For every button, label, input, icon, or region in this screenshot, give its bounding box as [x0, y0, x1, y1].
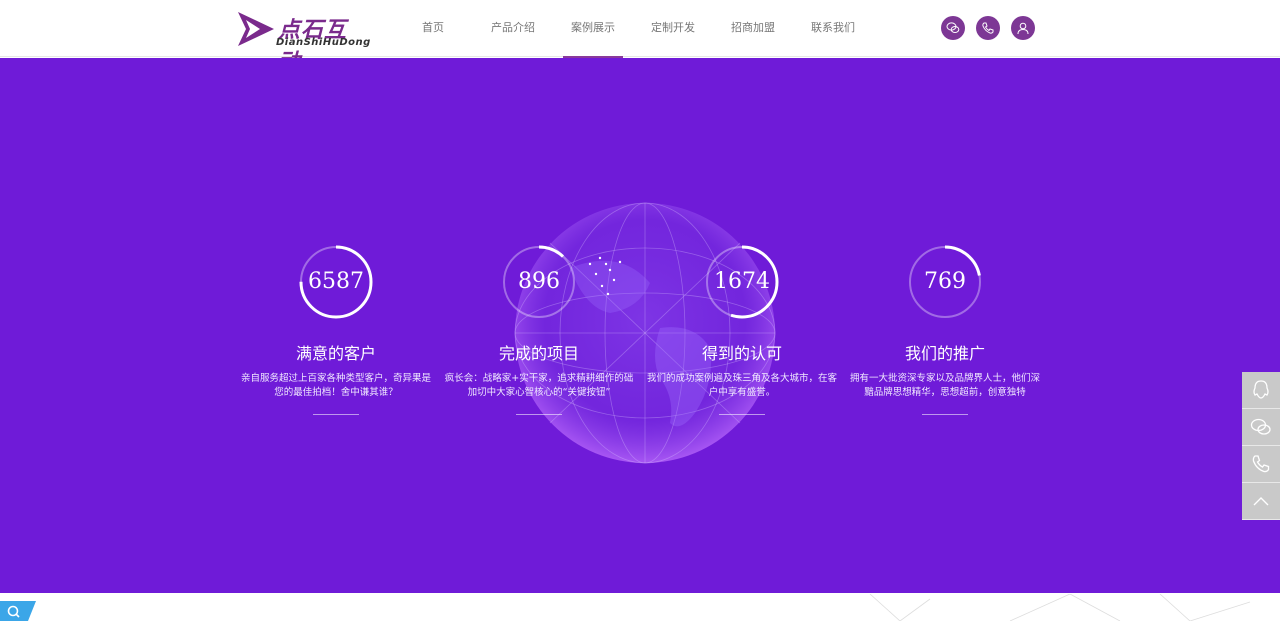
logo[interactable]: 点石互动 DianShiHuDong: [236, 8, 370, 75]
divider: [719, 414, 765, 415]
progress-ring: 769: [907, 244, 983, 320]
nav-contact[interactable]: 联系我们: [793, 0, 873, 57]
progress-ring: 6587: [298, 244, 374, 320]
divider: [313, 414, 359, 415]
stat-title: 完成的项目: [498, 344, 579, 363]
wechat-icon[interactable]: [941, 16, 965, 40]
stat-desc: 疯长会：战略家+实干家，追求精耕细作的础加切中大家心智核心的“关键按钮”: [444, 373, 634, 398]
stat-number: 769: [924, 269, 966, 294]
divider: [516, 414, 562, 415]
nav-cases[interactable]: 案例展示: [553, 0, 633, 58]
stat-customers: 6587 满意的客户 亲自服务超过上百家各种类型客户，奇异果是您的最佳拍档！舍中…: [241, 244, 431, 415]
divider: [922, 414, 968, 415]
logo-mark-icon: [238, 12, 274, 46]
phone-icon[interactable]: [1242, 446, 1280, 483]
nav-products[interactable]: 产品介绍: [473, 0, 553, 57]
site-header: 点石互动 DianShiHuDong 首页 产品介绍 案例展示 定制开发 招商加…: [0, 0, 1280, 75]
logo-text-en: DianShiHuDong: [276, 37, 371, 48]
stat-title: 我们的推广: [904, 344, 985, 363]
stat-projects: 896 完成的项目 疯长会：战略家+实干家，追求精耕细作的础加切中大家心智核心的…: [444, 244, 634, 415]
wechat-icon[interactable]: [1242, 409, 1280, 446]
progress-ring: 896: [501, 244, 577, 320]
search-corner-icon[interactable]: [0, 601, 36, 621]
stat-number: 1674: [714, 269, 770, 294]
nav-home[interactable]: 首页: [393, 0, 473, 57]
phone-icon[interactable]: [976, 16, 1000, 40]
stat-number: 896: [518, 269, 560, 294]
user-icon[interactable]: [1011, 16, 1035, 40]
stat-title: 得到的认可: [701, 344, 782, 363]
decorative-lines: [869, 594, 1251, 621]
back-to-top-icon[interactable]: [1242, 483, 1280, 520]
stats-hero: 6587 满意的客户 亲自服务超过上百家各种类型客户，奇异果是您的最佳拍档！舍中…: [0, 58, 1280, 593]
main-nav: 首页 产品介绍 案例展示 定制开发 招商加盟 联系我们: [393, 0, 873, 58]
side-float-toolbar: [1242, 372, 1280, 520]
qq-icon[interactable]: [1242, 372, 1280, 409]
nav-custom-dev[interactable]: 定制开发: [633, 0, 713, 57]
nav-franchise[interactable]: 招商加盟: [713, 0, 793, 57]
progress-ring: 1674: [704, 244, 780, 320]
stat-desc: 拥有一大批资深专家以及品牌界人士，他们深黯品牌思想精华，思想超前，创意独特: [850, 373, 1040, 398]
stat-number: 6587: [308, 269, 364, 294]
stat-title: 满意的客户: [295, 344, 376, 363]
stat-desc: 亲自服务超过上百家各种类型客户，奇异果是您的最佳拍档！舍中谦其谁？: [241, 373, 431, 398]
header-icons: [941, 16, 1035, 40]
stat-desc: 我们的成功案例遍及珠三角及各大城市，在客户中享有盛誉。: [647, 373, 837, 398]
stat-promotion: 769 我们的推广 拥有一大批资深专家以及品牌界人士，他们深黯品牌思想精华，思想…: [850, 244, 1040, 415]
stat-recognition: 1674 得到的认可 我们的成功案例遍及珠三角及各大城市，在客户中享有盛誉。: [647, 244, 837, 415]
